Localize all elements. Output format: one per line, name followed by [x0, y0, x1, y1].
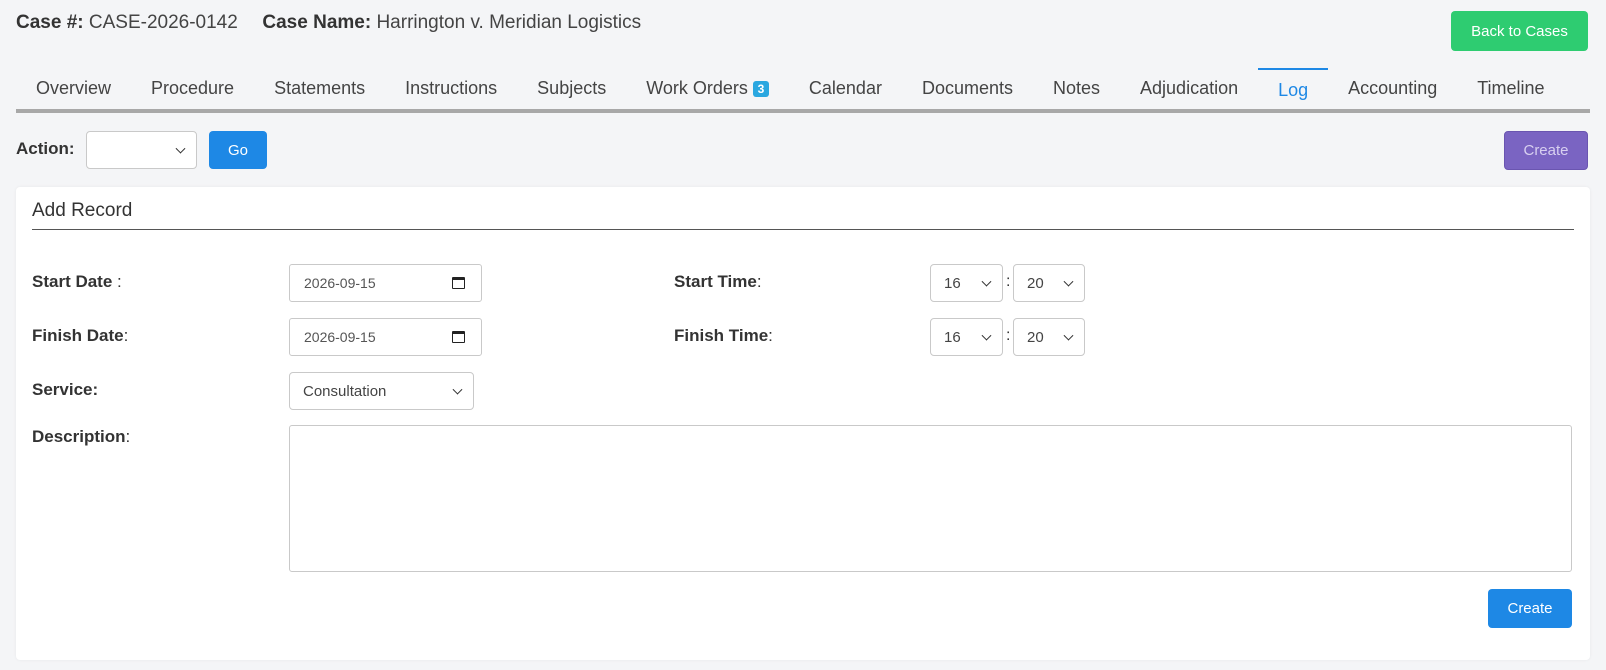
- tab-label: Calendar: [808, 78, 882, 98]
- time-separator: :: [1006, 273, 1011, 290]
- finish-minute-value: 20: [1027, 328, 1044, 346]
- work-orders-count-badge: 3: [752, 80, 769, 97]
- tab-adjudication[interactable]: Adjudication: [1120, 68, 1258, 109]
- tab-label: Work Orders: [646, 78, 748, 98]
- tab-work-orders[interactable]: Work Orders 3: [626, 68, 789, 109]
- tab-label: Overview: [36, 78, 112, 98]
- action-label: Action:: [16, 139, 75, 158]
- case-number: CASE-2026-0142: [88, 12, 238, 33]
- chevron-down-icon: [981, 276, 992, 287]
- case-header: Case #: CASE-2026-0142 Case Name: Harrin…: [16, 12, 641, 34]
- finish-hour-value: 16: [944, 328, 961, 346]
- tab-label: Documents: [921, 78, 1013, 98]
- tab-procedure[interactable]: Procedure: [131, 68, 254, 109]
- tab-statements[interactable]: Statements: [254, 68, 385, 109]
- case-name: Harrington v. Meridian Logistics: [376, 12, 642, 33]
- service-select[interactable]: Consultation: [289, 372, 474, 410]
- tab-label: Statements: [274, 78, 366, 98]
- finish-date-field[interactable]: 2026-09-15: [289, 318, 482, 356]
- chevron-down-icon: [452, 384, 463, 395]
- action-select[interactable]: [86, 131, 197, 169]
- tab-subjects[interactable]: Subjects: [517, 68, 626, 109]
- service-label: Service:: [32, 380, 99, 399]
- tab-timeline[interactable]: Timeline: [1457, 68, 1564, 109]
- time-separator: :: [1006, 327, 1011, 344]
- finish-hour-select[interactable]: 16: [930, 318, 1003, 356]
- description-label: Description:: [32, 427, 131, 446]
- tab-documents[interactable]: Documents: [902, 68, 1033, 109]
- add-record-panel: Add Record Start Date : 2026-09-15 Start…: [16, 187, 1590, 660]
- tab-label: Procedure: [151, 78, 235, 98]
- start-hour-value: 16: [944, 274, 961, 292]
- tab-label: Adjudication: [1140, 78, 1239, 98]
- start-minute-select[interactable]: 20: [1013, 264, 1085, 302]
- finish-minute-select[interactable]: 20: [1013, 318, 1085, 356]
- tab-calendar[interactable]: Calendar: [789, 68, 902, 109]
- start-date-value: 2026-09-15: [304, 275, 376, 291]
- service-value: Consultation: [303, 382, 387, 400]
- case-name-label: Case Name:: [262, 12, 372, 33]
- start-date-label: Start Date :: [32, 272, 122, 291]
- tab-label: Instructions: [405, 78, 498, 98]
- create-button[interactable]: Create: [1488, 589, 1572, 628]
- start-minute-value: 20: [1027, 274, 1044, 292]
- go-button[interactable]: Go: [209, 131, 267, 169]
- case-number-label: Case #:: [16, 12, 84, 33]
- tab-label: Timeline: [1477, 78, 1545, 98]
- chevron-down-icon: [981, 330, 992, 341]
- tab-label: Accounting: [1348, 78, 1438, 98]
- start-date-field[interactable]: 2026-09-15: [289, 264, 482, 302]
- panel-title: Add Record: [32, 200, 133, 221]
- tab-label: Subjects: [537, 78, 607, 98]
- chevron-down-icon: [175, 143, 186, 154]
- finish-date-label: Finish Date:: [32, 326, 129, 345]
- tab-notes[interactable]: Notes: [1033, 68, 1120, 109]
- case-tabs: Overview Procedure Statements Instructio…: [16, 68, 1590, 113]
- divider: [32, 229, 1574, 230]
- chevron-down-icon: [1063, 276, 1074, 287]
- create-button-top[interactable]: Create: [1504, 131, 1588, 170]
- calendar-icon[interactable]: [452, 277, 465, 289]
- tab-instructions[interactable]: Instructions: [385, 68, 517, 109]
- tab-label: Notes: [1053, 78, 1101, 98]
- tab-overview[interactable]: Overview: [16, 68, 131, 109]
- tab-accounting[interactable]: Accounting: [1328, 68, 1457, 109]
- back-to-cases-button[interactable]: Back to Cases: [1451, 11, 1588, 51]
- tab-log[interactable]: Log: [1258, 68, 1329, 109]
- chevron-down-icon: [1063, 330, 1074, 341]
- tab-label: Log: [1278, 80, 1309, 100]
- start-hour-select[interactable]: 16: [930, 264, 1003, 302]
- description-textarea[interactable]: [289, 425, 1572, 572]
- finish-time-label: Finish Time:: [674, 326, 773, 345]
- start-time-label: Start Time:: [674, 272, 762, 291]
- calendar-icon[interactable]: [452, 331, 465, 343]
- finish-date-value: 2026-09-15: [304, 329, 376, 345]
